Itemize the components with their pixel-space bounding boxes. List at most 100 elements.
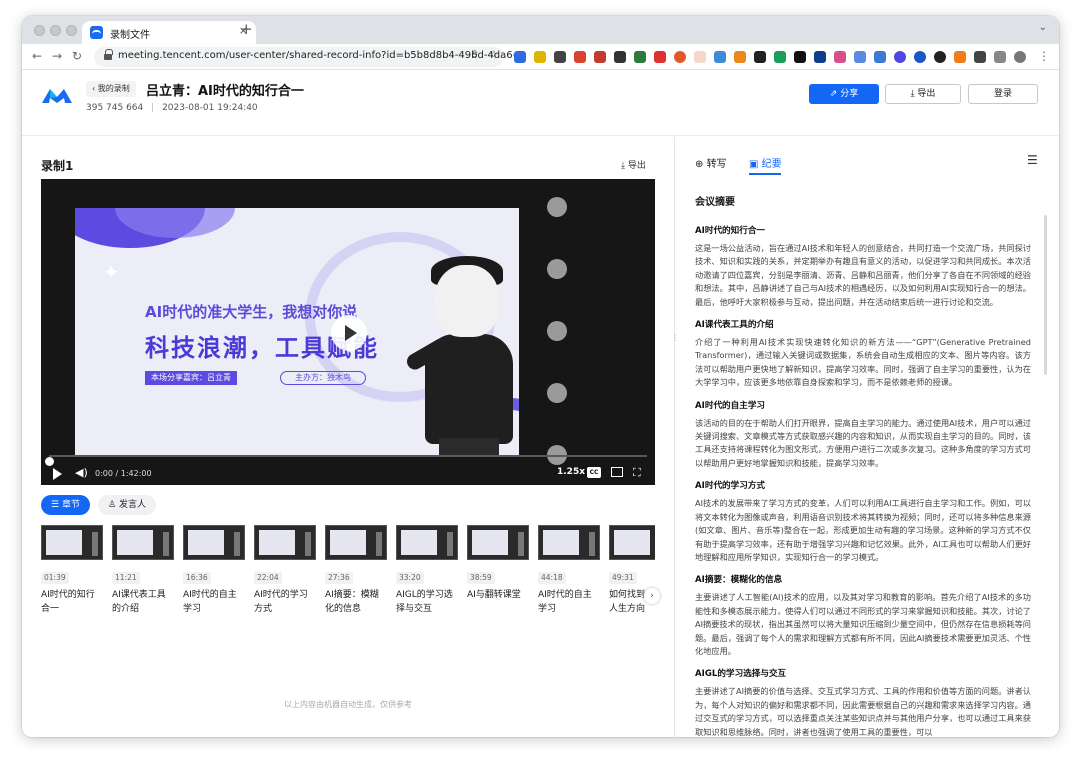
browser-menu-icon[interactable]: ⋮ [1038, 49, 1050, 63]
chapter-time: 11:21 [112, 572, 140, 584]
extension-icon[interactable] [854, 51, 866, 63]
extension-icon[interactable] [714, 51, 726, 63]
extension-icon[interactable] [514, 51, 526, 63]
close-window-icon[interactable] [34, 25, 45, 36]
chapter-item[interactable]: 27:36AI摘要：模糊化的信息 [325, 525, 389, 616]
tab-summary[interactable]: ▣ 纪要 [749, 155, 782, 170]
tab-transcript[interactable]: ⊕ 转写 [695, 155, 727, 170]
address-bar[interactable]: meeting.tencent.com/user-center/shared-r… [94, 47, 504, 67]
extension-icon[interactable] [634, 51, 646, 63]
chapter-label: AI时代的自主学习 [538, 588, 600, 616]
extension-icon[interactable] [914, 51, 926, 63]
play-icon[interactable] [53, 468, 62, 480]
extension-icon[interactable] [974, 51, 986, 63]
export-button[interactable]: ⤓ 导出 [885, 84, 961, 104]
chapter-item[interactable]: 44:18 AI时代的自主学习 [538, 525, 602, 616]
recording-export-button[interactable]: ⤓ 导出 [621, 158, 646, 171]
chapter-time: 16:36 [183, 572, 211, 584]
fullscreen-icon[interactable]: ⛶ [633, 466, 641, 480]
login-button[interactable]: 登录 [968, 84, 1038, 104]
document-icon: ▣ [749, 159, 762, 170]
auto-generated-disclaimer: 以上内容由机器自动生成，仅供参考 [22, 699, 674, 710]
chevron-right-icon[interactable]: › [644, 588, 660, 604]
reload-icon[interactable]: ↻ [72, 49, 82, 63]
extension-icon[interactable] [674, 51, 686, 63]
browser-window: 录制文件 × + ⌄ ← → ↻ meeting.tencent.com/use… [22, 16, 1059, 737]
summary-section-text: 介绍了一种利用AI技术实现快速转化知识的新方法——“GPT”(Generativ… [695, 336, 1031, 390]
volume-icon[interactable]: ◀) [75, 466, 88, 479]
page-header: ‹ 我的录制 吕立青：AI时代的知行合一 395 745 664 | 2023-… [22, 71, 1059, 136]
chapter-item[interactable]: 22:04AI时代的学习方式 [254, 525, 318, 616]
chapter-item[interactable]: 11:21AI课代表工具的介绍 [112, 525, 176, 616]
captions-icon[interactable]: CC [587, 467, 601, 478]
chapter-time: 44:18 [538, 572, 566, 584]
participant-avatar [547, 383, 567, 403]
extension-icon[interactable] [934, 51, 946, 63]
summary-section-title: AI时代的学习方式 [695, 480, 1031, 493]
share-icon: ⇗ [830, 89, 840, 99]
tab-chapters[interactable]: ☰ 章节 [41, 495, 90, 515]
bookmark-star-icon[interactable]: ☆ [489, 48, 499, 61]
extension-icon[interactable] [894, 51, 906, 63]
back-arrow-icon[interactable]: ← [32, 49, 42, 63]
forward-arrow-icon[interactable]: → [52, 49, 62, 63]
extension-icon[interactable] [694, 51, 706, 63]
extension-icon[interactable] [874, 51, 886, 63]
summary-section-text: AI技术的发展带来了学习方式的变革，人们可以利用AI工具进行自主学习和工作。例如… [695, 497, 1031, 564]
chapter-label: AI与翻转课堂 [467, 588, 529, 602]
chapter-item[interactable]: 38:59 AI与翻转课堂 [467, 525, 531, 602]
profile-avatar-icon[interactable] [1014, 51, 1026, 63]
chapter-item[interactable]: 16:36AI时代的自主学习 [183, 525, 247, 616]
new-tab-icon[interactable]: + [240, 22, 253, 37]
back-to-my-recordings-button[interactable]: ‹ 我的录制 [86, 81, 136, 97]
extension-icon[interactable] [834, 51, 846, 63]
summary-content: AI时代的知行合一这是一场公益活动，旨在通过AI技术和年轻人的创意结合，共同打造… [695, 225, 1031, 737]
chapter-time: 22:04 [254, 572, 282, 584]
extension-icon[interactable] [654, 51, 666, 63]
playback-speed-button[interactable]: 1.25x [557, 467, 585, 477]
slide-speaker-tag: 本场分享嘉宾：吕立青 [145, 371, 237, 385]
maximize-window-icon[interactable] [66, 25, 77, 36]
summary-section-text: 主要讲述了人工智能(AI)技术的应用，以及其对学习和教育的影响。首先介绍了AI技… [695, 591, 1031, 658]
summary-section-title: AI课代表工具的介绍 [695, 319, 1031, 332]
minimize-window-icon[interactable] [50, 25, 61, 36]
chapter-item[interactable]: 01:39AI时代的知行合一 [41, 525, 105, 616]
extension-icon[interactable] [574, 51, 586, 63]
extension-icon[interactable] [594, 51, 606, 63]
tencent-meeting-logo-icon[interactable] [40, 85, 74, 105]
picture-in-picture-icon[interactable] [611, 467, 623, 477]
extension-icon[interactable] [614, 51, 626, 63]
share-page-icon[interactable]: ⇪ [470, 48, 479, 61]
chapter-thumbnail [41, 525, 103, 560]
list-icon: ☰ [51, 500, 62, 510]
summary-section-title: AIGL的学习选择与交互 [695, 668, 1031, 681]
extension-icon[interactable] [774, 51, 786, 63]
extension-icon[interactable] [754, 51, 766, 63]
extension-icon[interactable] [794, 51, 806, 63]
progress-track[interactable] [49, 455, 647, 457]
browser-tab[interactable]: 录制文件 × [82, 21, 256, 44]
progress-handle[interactable] [45, 457, 54, 466]
summary-pane: ⊕ 转写 ▣ 纪要 ☰ 会议摘要 AI时代的知行合一这是一场公益活动，旨在通过A… [675, 137, 1059, 737]
extension-icon[interactable] [554, 51, 566, 63]
collapse-panel-icon[interactable]: ☰ [1027, 153, 1038, 167]
summary-section-text: 主要讲述了AI摘要的价值与选择、交互式学习方式、工具的作用和价值等方面的问题。讲… [695, 685, 1031, 737]
tab-search-chevron-icon[interactable]: ⌄ [1039, 22, 1047, 33]
extension-icon[interactable] [954, 51, 966, 63]
chapter-time: 49:31 [609, 572, 637, 584]
extensions-puzzle-icon[interactable] [994, 51, 1006, 63]
player-controls: ◀) 0:00 / 1:42:00 1.25x CC ⛶ [41, 449, 655, 485]
chapter-list: 01:39AI时代的知行合一11:21AI课代表工具的介绍16:36AI时代的自… [41, 525, 655, 645]
scrollbar[interactable] [1044, 215, 1047, 375]
chapter-time: 38:59 [467, 572, 495, 584]
big-play-icon[interactable] [331, 315, 367, 351]
share-button[interactable]: ⇗ 分享 [809, 84, 879, 104]
page: ‹ 我的录制 吕立青：AI时代的知行合一 395 745 664 | 2023-… [22, 71, 1059, 737]
extension-icon[interactable] [534, 51, 546, 63]
extension-icon[interactable] [814, 51, 826, 63]
video-player[interactable]: ✦ AI时代的准大学生，我想对你说 科技浪潮，工具赋能 本场分享嘉宾：吕立青 主… [41, 179, 655, 485]
tab-speakers[interactable]: ♙ 发言人 [98, 495, 156, 515]
extension-icon[interactable] [734, 51, 746, 63]
chapter-thumbnail [254, 525, 316, 560]
chapter-item[interactable]: 33:20AIGL的学习选择与交互 [396, 525, 460, 616]
